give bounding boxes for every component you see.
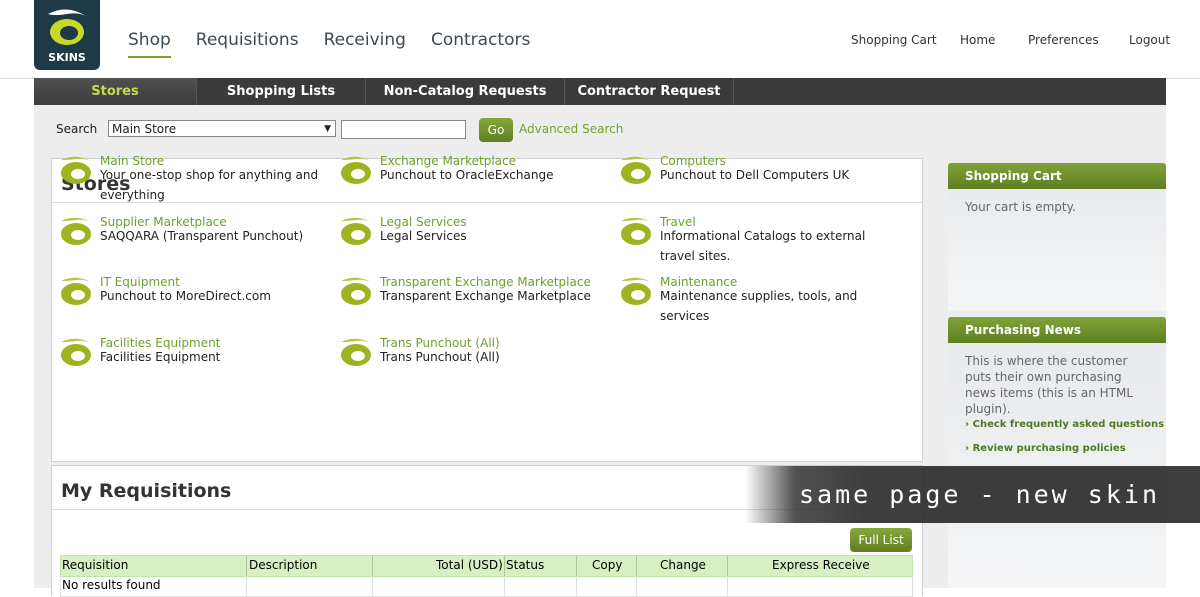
- store-description: Punchout to OracleExchange: [380, 168, 554, 182]
- store-description: Punchout to Dell Computers UK: [660, 168, 850, 182]
- requisitions-title: My Requisitions: [61, 480, 232, 502]
- store-logo-icon: [341, 338, 371, 366]
- overlay-text: same page - new skin: [798, 480, 1160, 509]
- col-status[interactable]: Status: [506, 558, 544, 572]
- dropdown-arrow-icon: ▼: [324, 124, 331, 134]
- nav-home[interactable]: Home: [960, 33, 995, 47]
- stores-panel: Stores Main Store Your one-stop shop for …: [51, 154, 923, 462]
- store-description: Transparent Exchange Marketplace: [380, 289, 591, 303]
- faq-link[interactable]: › Check frequently asked questions: [965, 419, 1164, 430]
- store-logo-icon: [341, 156, 371, 184]
- promo-overlay: same page - new skin: [745, 466, 1200, 523]
- chevron-right-icon: ›: [965, 443, 970, 454]
- nav-shop[interactable]: Shop: [128, 30, 171, 58]
- store-select[interactable]: Main Store ▼: [108, 120, 336, 137]
- go-button[interactable]: Go: [479, 118, 513, 142]
- store-logo-icon: [61, 277, 91, 305]
- store-logo-icon: [341, 277, 371, 305]
- store-logo-icon: [621, 277, 651, 305]
- search-input[interactable]: [341, 120, 466, 139]
- full-list-button[interactable]: Full List: [850, 528, 912, 552]
- store-description: Facilities Equipment: [100, 350, 221, 364]
- logo-text: SKINS: [48, 51, 86, 64]
- chevron-right-icon: ›: [965, 419, 970, 430]
- store-select-value: Main Store: [112, 122, 177, 136]
- store-description: Legal Services: [380, 229, 467, 243]
- store-logo-icon: [61, 156, 91, 184]
- nav-shopping-cart[interactable]: Shopping Cart: [851, 33, 937, 47]
- requisitions-table-header: Requisition Description Total (USD) Stat…: [60, 555, 913, 577]
- nav-logout[interactable]: Logout: [1129, 33, 1170, 47]
- col-express-receive[interactable]: Express Receive: [772, 558, 870, 572]
- shopping-cart-panel: Shopping Cart Your cart is empty.: [948, 163, 1166, 311]
- col-change[interactable]: Change: [660, 558, 706, 572]
- nav-receiving[interactable]: Receiving: [324, 30, 406, 58]
- col-copy[interactable]: Copy: [592, 558, 622, 572]
- main-nav: Shop Requisitions Receiving Contractors: [128, 30, 530, 58]
- skins-logo[interactable]: SKINS: [34, 0, 100, 70]
- store-description: Your one-stop shop for anything and ever…: [100, 168, 319, 202]
- nav-contractors[interactable]: Contractors: [431, 30, 530, 58]
- purchasing-news-title: Purchasing News: [948, 317, 1166, 343]
- store-description: Punchout to MoreDirect.com: [100, 289, 271, 303]
- search-label: Search: [56, 122, 98, 136]
- purchasing-news-panel: Purchasing News This is where the custom…: [948, 317, 1166, 588]
- advanced-search-link[interactable]: Advanced Search: [519, 122, 623, 136]
- news-body: This is where the customer puts their ow…: [965, 354, 1134, 416]
- store-description: Maintenance supplies, tools, and service…: [660, 289, 858, 323]
- nav-requisitions[interactable]: Requisitions: [196, 30, 299, 58]
- policies-link[interactable]: › Review purchasing policies: [965, 443, 1126, 454]
- shopping-cart-title: Shopping Cart: [948, 163, 1166, 189]
- logo-mark-icon: [48, 9, 86, 45]
- top-header: SKINS Shop Requisitions Receiving Contra…: [0, 0, 1200, 79]
- cart-empty-text: Your cart is empty.: [965, 200, 1076, 214]
- store-description: Informational Catalogs to external trave…: [660, 229, 866, 263]
- table-row: No results found: [60, 576, 913, 597]
- tab-stores[interactable]: Stores: [34, 78, 197, 105]
- col-requisition[interactable]: Requisition: [62, 558, 128, 572]
- empty-row-text: No results found: [62, 578, 161, 592]
- tab-contractor-request[interactable]: Contractor Request: [565, 78, 734, 105]
- store-logo-icon: [61, 217, 91, 245]
- store-logo-icon: [61, 338, 91, 366]
- tab-bar: Stores Shopping Lists Non-Catalog Reques…: [34, 78, 1166, 105]
- store-description: Trans Punchout (All): [380, 350, 500, 364]
- col-total[interactable]: Total (USD): [436, 558, 503, 572]
- store-logo-icon: [621, 156, 651, 184]
- store-logo-icon: [341, 217, 371, 245]
- tab-shopping-lists[interactable]: Shopping Lists: [197, 78, 366, 105]
- tab-non-catalog-requests[interactable]: Non-Catalog Requests: [366, 78, 565, 105]
- store-description: SAQQARA (Transparent Punchout): [100, 229, 304, 243]
- nav-preferences[interactable]: Preferences: [1028, 33, 1099, 47]
- store-logo-icon: [621, 217, 651, 245]
- col-description[interactable]: Description: [249, 558, 317, 572]
